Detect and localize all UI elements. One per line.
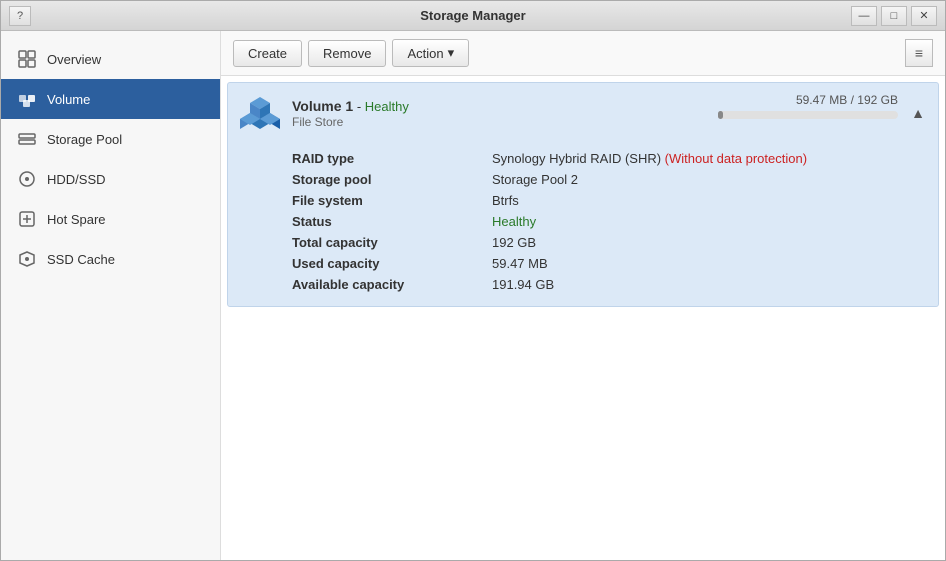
used-capacity-value: 59.47 MB [492, 256, 922, 271]
total-capacity-label: Total capacity [292, 235, 492, 250]
help-icon: ? [17, 10, 23, 22]
volume-capacity-info: 59.47 MB / 192 GB [718, 93, 898, 119]
available-capacity-value: 191.94 GB [492, 277, 922, 292]
volume-list: Volume 1 - Healthy File Store 59.47 MB /… [221, 76, 945, 560]
file-system-value: Btrfs [492, 193, 922, 208]
capacity-bar [718, 111, 898, 119]
sidebar-label-overview: Overview [47, 52, 101, 67]
sidebar-label-hdd-ssd: HDD/SSD [47, 172, 106, 187]
create-button[interactable]: Create [233, 40, 302, 67]
minimize-button[interactable]: — [851, 6, 877, 26]
capacity-text: 59.47 MB / 192 GB [718, 93, 898, 107]
maximize-button[interactable]: □ [881, 6, 907, 26]
sidebar-item-hot-spare[interactable]: Hot Spare [1, 199, 220, 239]
storage-pool-icon [17, 129, 37, 149]
volume-dash: - [357, 99, 365, 114]
storage-pool-label: Storage pool [292, 172, 492, 187]
collapse-button[interactable]: ▲ [908, 103, 928, 123]
volume-name: Volume 1 [292, 98, 353, 114]
status-label: Status [292, 214, 492, 229]
raid-type-label: RAID type [292, 151, 492, 166]
sidebar-item-ssd-cache[interactable]: SSD Cache [1, 239, 220, 279]
action-button[interactable]: Action ▾ [392, 39, 469, 67]
sidebar-label-ssd-cache: SSD Cache [47, 252, 115, 267]
volume-card: Volume 1 - Healthy File Store 59.47 MB /… [227, 82, 939, 307]
window-title: Storage Manager [420, 8, 525, 23]
sidebar-item-storage-pool[interactable]: Storage Pool [1, 119, 220, 159]
raid-warning-text: (Without data protection) [665, 151, 807, 166]
status-value: Healthy [492, 214, 922, 229]
toolbar-right: ≡ [905, 39, 933, 67]
capacity-bar-fill [718, 111, 723, 119]
sidebar-label-hot-spare: Hot Spare [47, 212, 106, 227]
list-view-button[interactable]: ≡ [905, 39, 933, 67]
sidebar-label-storage-pool: Storage Pool [47, 132, 122, 147]
storage-pool-value: Storage Pool 2 [492, 172, 922, 187]
volume-status-label: Healthy [365, 99, 409, 114]
storage-manager-window: ? Storage Manager — □ ✕ [0, 0, 946, 561]
titlebar: ? Storage Manager — □ ✕ [1, 1, 945, 31]
sidebar-label-volume: Volume [47, 92, 90, 107]
sidebar-item-hdd-ssd[interactable]: HDD/SSD [1, 159, 220, 199]
remove-button[interactable]: Remove [308, 40, 386, 67]
used-capacity-label: Used capacity [292, 256, 492, 271]
list-icon: ≡ [915, 45, 923, 61]
minimize-icon: — [859, 10, 870, 22]
available-capacity-label: Available capacity [292, 277, 492, 292]
hdd-ssd-icon [17, 169, 37, 189]
window-controls: — □ ✕ [851, 1, 937, 30]
volume-subtitle: File Store [292, 115, 343, 129]
sidebar-item-volume[interactable]: Volume [1, 79, 220, 119]
volume-icon [17, 89, 37, 109]
volume-3d-icon [240, 93, 280, 133]
volume-details: RAID type Synology Hybrid RAID (SHR) (Wi… [228, 143, 938, 306]
content-area: Create Remove Action ▾ ≡ [221, 31, 945, 560]
chevron-up-icon: ▲ [911, 105, 925, 121]
raid-type-text: Synology Hybrid RAID (SHR) [492, 151, 661, 166]
titlebar-left-controls: ? [9, 1, 31, 30]
toolbar: Create Remove Action ▾ ≡ [221, 31, 945, 76]
main-content: Overview Volume [1, 31, 945, 560]
raid-type-value: Synology Hybrid RAID (SHR) (Without data… [492, 151, 922, 166]
hot-spare-icon [17, 209, 37, 229]
ssd-cache-icon [17, 249, 37, 269]
sidebar-item-overview[interactable]: Overview [1, 39, 220, 79]
maximize-icon: □ [891, 10, 898, 22]
sidebar: Overview Volume [1, 31, 221, 560]
action-label: Action [407, 46, 443, 61]
close-icon: ✕ [919, 9, 928, 22]
file-system-label: File system [292, 193, 492, 208]
close-button[interactable]: ✕ [911, 6, 937, 26]
overview-icon [17, 49, 37, 69]
total-capacity-value: 192 GB [492, 235, 922, 250]
help-button[interactable]: ? [9, 6, 31, 26]
action-dropdown-icon: ▾ [448, 45, 455, 61]
volume-header: Volume 1 - Healthy File Store 59.47 MB /… [228, 83, 938, 143]
